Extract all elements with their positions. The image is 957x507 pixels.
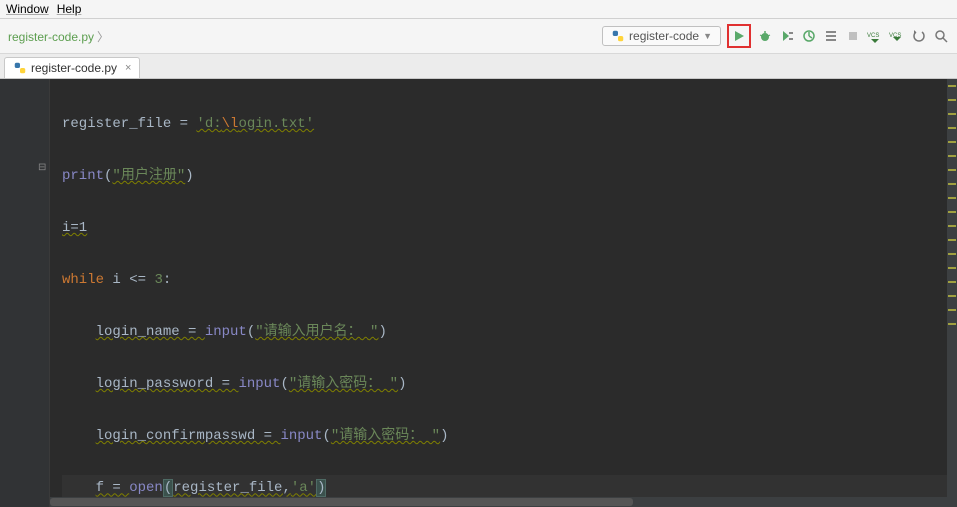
- toolbar: register-code ▼ VCS VCS: [602, 24, 949, 48]
- coverage-icon: [780, 29, 794, 43]
- debug-button[interactable]: [757, 28, 773, 44]
- search-icon: [934, 29, 948, 43]
- breadcrumb-file[interactable]: register-code.py: [8, 30, 94, 44]
- editor-tabs: register-code.py ×: [0, 54, 957, 79]
- run-config-name: register-code: [629, 29, 699, 43]
- tab-close-icon[interactable]: ×: [125, 62, 131, 74]
- gutter[interactable]: ⊟: [0, 79, 50, 507]
- navigation-bar: register-code.py〉 register-code ▼ VC: [0, 19, 957, 54]
- chevron-down-icon: ▼: [703, 31, 712, 41]
- revert-button[interactable]: [911, 28, 927, 44]
- attach-icon: [824, 29, 838, 43]
- attach-button[interactable]: [823, 28, 839, 44]
- warning-mark[interactable]: [948, 239, 956, 241]
- run-button-highlight: [727, 24, 751, 48]
- warning-mark[interactable]: [948, 267, 956, 269]
- warning-mark[interactable]: [948, 85, 956, 87]
- warning-mark[interactable]: [948, 183, 956, 185]
- vcs-update-button[interactable]: VCS: [867, 28, 883, 44]
- profile-button[interactable]: [801, 28, 817, 44]
- scrollbar-thumb[interactable]: [50, 498, 633, 506]
- warning-mark[interactable]: [948, 211, 956, 213]
- warning-mark[interactable]: [948, 113, 956, 115]
- tab-filename: register-code.py: [31, 61, 117, 75]
- menu-help[interactable]: Help: [57, 2, 82, 16]
- warning-mark[interactable]: [948, 169, 956, 171]
- warning-mark[interactable]: [948, 99, 956, 101]
- editor[interactable]: ⊟ register_file = 'd:\login.txt' print("…: [0, 79, 957, 507]
- warning-mark[interactable]: [948, 253, 956, 255]
- vcs-update-icon: VCS: [867, 29, 883, 43]
- code-area[interactable]: register_file = 'd:\login.txt' print("用户…: [50, 79, 947, 507]
- tab-register-code[interactable]: register-code.py ×: [4, 57, 140, 78]
- warning-mark[interactable]: [948, 323, 956, 325]
- warning-mark[interactable]: [948, 225, 956, 227]
- stop-icon: [846, 29, 860, 43]
- menu-window[interactable]: Window: [6, 2, 49, 16]
- revert-icon: [912, 29, 926, 43]
- profile-icon: [802, 29, 816, 43]
- search-button[interactable]: [933, 28, 949, 44]
- warning-mark[interactable]: [948, 295, 956, 297]
- warning-mark[interactable]: [948, 281, 956, 283]
- vcs-commit-button[interactable]: VCS: [889, 28, 905, 44]
- debug-icon: [758, 29, 772, 43]
- breadcrumb[interactable]: register-code.py〉: [8, 28, 112, 45]
- error-stripe[interactable]: [947, 79, 957, 507]
- stop-button[interactable]: [845, 28, 861, 44]
- run-button[interactable]: [731, 28, 747, 44]
- warning-mark[interactable]: [948, 141, 956, 143]
- python-file-icon: [13, 61, 27, 75]
- coverage-button[interactable]: [779, 28, 795, 44]
- warning-mark[interactable]: [948, 309, 956, 311]
- run-icon: [732, 29, 746, 43]
- fold-marker-icon[interactable]: ⊟: [38, 162, 46, 174]
- svg-text:VCS: VCS: [867, 33, 879, 39]
- warning-mark[interactable]: [948, 155, 956, 157]
- warning-mark[interactable]: [948, 127, 956, 129]
- vcs-commit-icon: VCS: [889, 29, 905, 43]
- horizontal-scrollbar[interactable]: [50, 497, 947, 507]
- chevron-right-icon: 〉: [97, 30, 109, 44]
- warning-mark[interactable]: [948, 197, 956, 199]
- run-config-dropdown[interactable]: register-code ▼: [602, 26, 721, 46]
- menubar: Window Help: [0, 0, 957, 19]
- python-icon: [611, 29, 625, 43]
